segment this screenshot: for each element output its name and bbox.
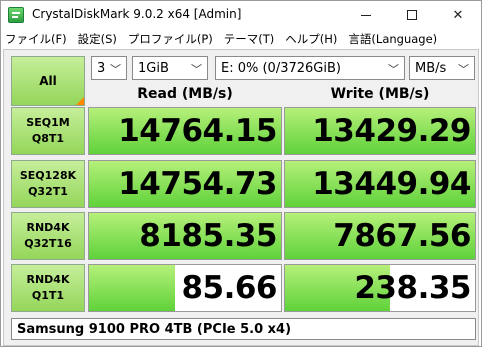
test-label-line1: SEQ128K [19,169,77,182]
menu-settings[interactable]: 設定(S) [78,31,117,47]
write-header: Write (MB/s) [330,86,430,102]
chevron-down-icon: ﹀ [110,63,121,76]
menu-theme[interactable]: テーマ(T) [224,31,275,47]
unit-select[interactable]: MB/s ﹀ [409,56,475,80]
test-label-line2: Q32T16 [24,237,72,250]
read-bar [89,265,176,311]
test-label-line2: Q1T1 [31,289,65,302]
menu-bar: ファイル(F) 設定(S) プロファイル(P) テーマ(T) ヘルプ(H) 言語… [1,29,481,49]
run-all-button[interactable]: All [11,56,85,106]
read-header: Read (MB/s) [137,86,233,102]
close-button[interactable]: ✕ [435,1,481,29]
write-value: 13429.29 [312,113,471,149]
test-button-rnd4k-q1t1[interactable]: RND4K Q1T1 [11,264,85,312]
test-label-line1: RND4K [26,221,70,234]
unit-value: MB/s [415,60,447,76]
test-label-line2: Q8T1 [31,132,65,145]
chevron-down-icon: ﹀ [191,63,202,76]
test-count-value: 3 [97,60,106,76]
window-title: CrystalDiskMark 9.0.2 x64 [Admin] [32,7,242,21]
title-bar[interactable]: CrystalDiskMark 9.0.2 x64 [Admin] ✕ [1,1,481,29]
maximize-button[interactable] [389,1,435,29]
write-result-rnd4k-q1t1: 238.35 [284,264,476,312]
read-value: 14754.73 [118,166,277,202]
test-label-line1: RND4K [26,273,70,286]
menu-language[interactable]: 言語(Language) [348,31,437,47]
minimize-button[interactable] [343,1,389,29]
test-label-line1: SEQ1M [26,116,70,129]
test-button-seq1m[interactable]: SEQ1M Q8T1 [11,107,85,155]
test-button-rnd4k-q32t16[interactable]: RND4K Q32T16 [11,212,85,260]
menu-file[interactable]: ファイル(F) [5,31,67,47]
drive-select[interactable]: E: 0% (0/3726GiB) ﹀ [215,56,405,80]
write-result-seq1m: 13429.29 [284,107,476,155]
menu-profile[interactable]: プロファイル(P) [128,31,213,47]
test-button-seq128k[interactable]: SEQ128K Q32T1 [11,160,85,208]
run-all-label: All [39,74,57,88]
write-value: 13449.94 [312,166,471,202]
maximize-icon [407,10,417,20]
drive-value: E: 0% (0/3726GiB) [221,60,341,76]
read-result-seq128k: 14754.73 [88,160,282,208]
read-result-rnd4k-q32t16: 8185.35 [88,212,282,260]
test-label-line2: Q32T1 [28,185,68,198]
test-size-value: 1GiB [138,60,169,76]
write-value: 238.35 [354,270,471,306]
benchmark-panel: All 3 ﹀ 1GiB ﹀ E: 0% (0/3726GiB) ﹀ MB/s … [3,49,479,346]
read-value: 8185.35 [139,218,277,254]
write-value: 7867.56 [333,218,471,254]
read-value: 14764.15 [118,113,277,149]
write-result-rnd4k-q32t16: 7867.56 [284,212,476,260]
read-result-rnd4k-q1t1: 85.66 [88,264,282,312]
write-result-seq128k: 13449.94 [284,160,476,208]
test-size-select[interactable]: 1GiB ﹀ [132,56,208,80]
corner-marker-icon [76,97,84,105]
minimize-icon [361,14,371,16]
read-result-seq1m: 14764.15 [88,107,282,155]
close-icon: ✕ [452,7,464,23]
read-value: 85.66 [181,270,277,306]
comment-field[interactable]: Samsung 9100 PRO 4TB (PCIe 5.0 x4) [11,318,476,340]
app-window: CrystalDiskMark 9.0.2 x64 [Admin] ✕ ファイル… [0,0,482,347]
chevron-down-icon: ﹀ [388,63,399,76]
test-count-select[interactable]: 3 ﹀ [91,56,127,80]
menu-help[interactable]: ヘルプ(H) [285,31,337,47]
chevron-down-icon: ﹀ [458,63,469,76]
app-logo-icon [8,7,24,23]
